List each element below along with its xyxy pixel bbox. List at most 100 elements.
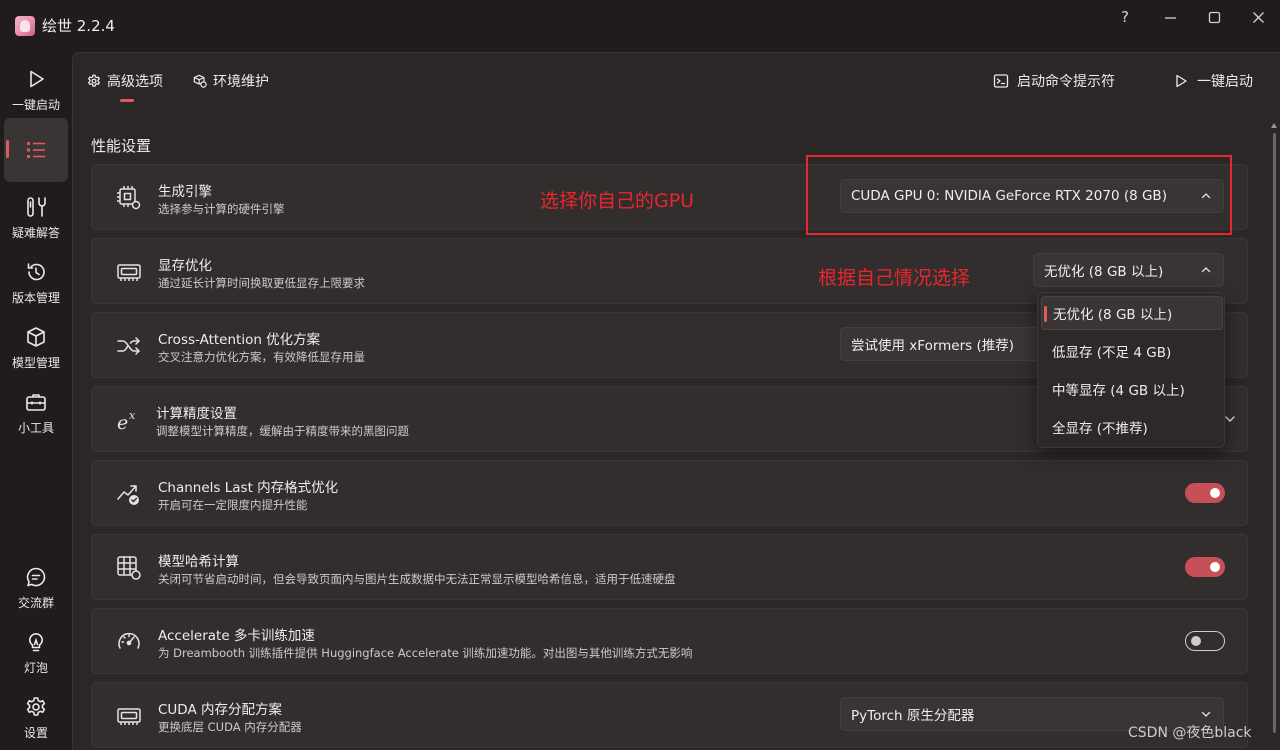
setting-title: Cross-Attention 优化方案: [158, 332, 321, 348]
setting-title: 计算精度设置: [156, 406, 237, 422]
annotation-vram-note: 根据自己情况选择: [818, 267, 971, 289]
vram-select-value: 无优化 (8 GB 以上): [1044, 264, 1164, 280]
setting-card-model-hash: 模型哈希计算 关闭可节省启动时间，但会导致页面内与图片生成数据中无法正常显示模型…: [91, 534, 1248, 600]
tab-env-maintenance[interactable]: 环境维护: [193, 71, 269, 91]
nav-label: 小工具: [17, 420, 54, 435]
annotation-highlight-box: [806, 155, 1232, 235]
memory-icon: [116, 259, 142, 285]
cuda-allocator-select-value: PyTorch 原生分配器: [851, 708, 975, 724]
one-click-launch-button[interactable]: 一键启动: [1173, 71, 1253, 91]
setting-description: 调整模型计算精度，缓解由于精度带来的黑图问题: [156, 424, 409, 438]
play-icon: [1176, 74, 1187, 88]
setting-description: 关闭可节省启动时间，但会导致页面内与图片生成数据中无法正常显示模型哈希信息，适用…: [158, 572, 676, 586]
tab-bar: 高级选项 环境维护 启动命令提示符 一键启动: [73, 53, 1280, 109]
cross-attention-select-value: 尝试使用 xFormers (推荐): [851, 338, 1015, 354]
nav-item-versions[interactable]: 版本管理: [4, 251, 68, 315]
nav-label: 版本管理: [11, 290, 60, 305]
nav-label: 交流群: [17, 595, 54, 610]
vram-option[interactable]: 全显存 (不推荐): [1041, 410, 1223, 444]
vram-dropdown-menu: 无优化 (8 GB 以上) 低显存 (不足 4 GB) 中等显存 (4 GB 以…: [1037, 292, 1225, 448]
tools-icon: [25, 196, 47, 218]
title-bar: 绘世 2.2.4 ?: [0, 0, 1280, 52]
chevron-up-icon: [1201, 265, 1211, 275]
close-button[interactable]: [1238, 6, 1278, 28]
vram-option[interactable]: 中等显存 (4 GB 以上): [1041, 372, 1223, 406]
nav-item-models[interactable]: 模型管理: [4, 316, 68, 380]
setting-description: 更换底层 CUDA 内存分配器: [158, 720, 302, 734]
nav-item-launch[interactable]: 一键启动: [4, 58, 68, 122]
nav-label: 一键启动: [11, 97, 60, 112]
nav-item-tools[interactable]: 小工具: [4, 381, 68, 445]
watermark: CSDN @夜色black: [1128, 725, 1252, 741]
history-icon: [25, 261, 47, 283]
nav-item-advanced[interactable]: [4, 118, 68, 182]
cube-icon: [25, 326, 47, 348]
nav-item-settings[interactable]: 设置: [4, 686, 68, 750]
table-settings-icon: [116, 555, 142, 581]
tab-advanced-options[interactable]: 高级选项: [87, 71, 163, 91]
nav-label: 模型管理: [11, 355, 60, 370]
sidebar-nav: 一键启动 疑难解答 版本管理 模型管理 小工具 交流群 灯泡 设置: [0, 52, 72, 750]
setting-title: 生成引擎: [158, 184, 212, 200]
chip-settings-icon: [116, 185, 142, 211]
vram-option[interactable]: 无优化 (8 GB 以上): [1041, 296, 1223, 330]
app-title: 绘世 2.2.4: [42, 17, 115, 35]
setting-title: Channels Last 内存格式优化: [158, 480, 339, 496]
maximize-icon: [1208, 11, 1220, 23]
vram-select[interactable]: 无优化 (8 GB 以上): [1033, 253, 1224, 287]
toolbox-icon: [25, 391, 47, 413]
svg-text:x: x: [129, 409, 136, 422]
terminal-icon: [993, 74, 1009, 88]
tab-label: 高级选项: [107, 74, 163, 90]
nav-label: 灯泡: [23, 660, 48, 675]
svg-text:e: e: [117, 412, 128, 433]
annotation-gpu-note: 选择你自己的GPU: [540, 190, 695, 212]
speedometer-icon: [116, 629, 142, 655]
memory-icon: [116, 703, 142, 729]
action-label: 启动命令提示符: [1017, 74, 1115, 90]
setting-description: 开启可在一定限度内提升性能: [158, 498, 308, 512]
setting-card-channels-last: Channels Last 内存格式优化 开启可在一定限度内提升性能: [91, 460, 1248, 526]
setting-description: 选择参与计算的硬件引擎: [158, 202, 285, 216]
chevron-down-icon: [1201, 709, 1211, 719]
minimize-button[interactable]: [1150, 6, 1190, 28]
trend-check-icon: [116, 481, 142, 507]
box-refresh-icon: [193, 74, 207, 88]
nav-item-bulb[interactable]: 灯泡: [4, 621, 68, 685]
nav-label: 疑难解答: [11, 225, 60, 240]
setting-card-accelerate: Accelerate 多卡训练加速 为 Dreambooth 训练插件提供 Hu…: [91, 608, 1248, 674]
open-terminal-button[interactable]: 启动命令提示符: [993, 71, 1115, 91]
setting-title: CUDA 内存分配方案: [158, 702, 282, 718]
gear-icon: [25, 696, 47, 718]
model-hash-toggle[interactable]: [1185, 557, 1225, 577]
minimize-icon: [1164, 16, 1176, 19]
app-logo-icon: [15, 16, 35, 36]
setting-description: 通过延长计算时间换取更低显存上限要求: [158, 276, 365, 290]
maximize-button[interactable]: [1194, 6, 1234, 28]
channels-last-toggle[interactable]: [1185, 483, 1225, 503]
nav-label: 设置: [23, 725, 48, 740]
shuffle-icon: [116, 333, 142, 359]
scroll-up-arrow[interactable]: [1271, 123, 1277, 128]
nav-item-community[interactable]: 交流群: [4, 556, 68, 620]
chat-icon: [25, 566, 47, 588]
setting-description: 为 Dreambooth 训练插件提供 Huggingface Accelera…: [158, 646, 693, 660]
nav-item-troubleshoot[interactable]: 疑难解答: [4, 186, 68, 250]
help-button[interactable]: ?: [1105, 6, 1145, 28]
list-icon: [25, 139, 47, 161]
setting-title: 显存优化: [158, 258, 212, 274]
chevron-down-icon[interactable]: [1224, 413, 1236, 425]
active-tab-indicator: [120, 99, 134, 102]
accelerate-toggle[interactable]: [1185, 631, 1225, 651]
section-title: 性能设置: [91, 137, 152, 155]
app-window: 绘世 2.2.4 ? 一键启动 疑难解答 版本管理 模型管理 小工具 交流群 灯…: [0, 0, 1280, 750]
play-icon: [25, 68, 47, 90]
help-icon: ?: [1121, 8, 1129, 26]
bulb-icon: [25, 631, 47, 653]
setting-title: Accelerate 多卡训练加速: [158, 628, 315, 644]
scrollbar-thumb[interactable]: [1273, 133, 1276, 733]
tab-label: 环境维护: [213, 74, 269, 90]
gear-icon: [88, 74, 100, 87]
vram-option[interactable]: 低显存 (不足 4 GB): [1041, 334, 1223, 368]
exponent-icon: ex: [116, 407, 142, 433]
